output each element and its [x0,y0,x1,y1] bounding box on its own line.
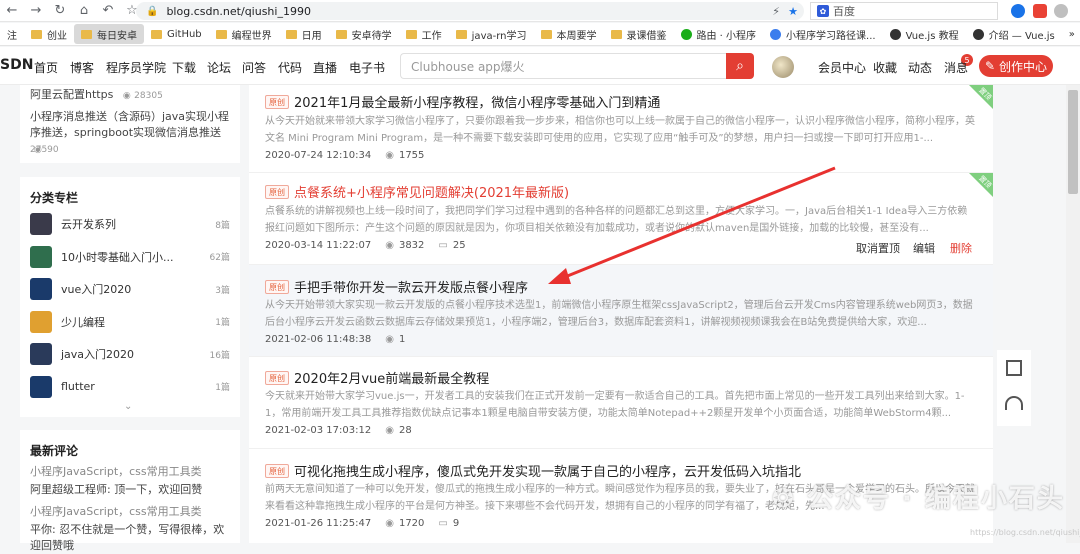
wechat-watermark: ❂ 公众号 · 编程小石头 [772,478,1065,515]
qrcode-icon[interactable] [1006,360,1022,376]
wechat-icon: ❂ [772,484,807,514]
headset-icon[interactable] [1005,396,1023,410]
side-toolbar [997,350,1031,426]
watermark-text: 公众号 · 编程小石头 [806,484,1065,514]
annotation-arrow [548,166,836,284]
url-watermark: https://blog.csdn.net/qiushi_1990 [970,528,1080,537]
scrollbar-thumb[interactable] [1068,90,1078,194]
